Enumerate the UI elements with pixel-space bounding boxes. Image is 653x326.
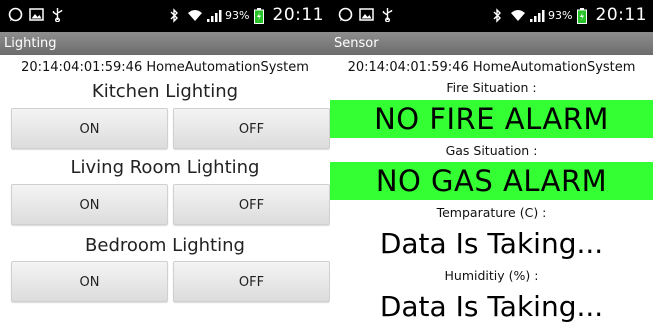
wifi-icon xyxy=(510,8,526,23)
sensor-screen: 93% 20:11 Sensor 20:14:04:01:59:46 HomeA… xyxy=(330,0,653,326)
battery-percent: 93% xyxy=(548,8,573,22)
humidity-value: Data Is Taking... xyxy=(379,290,604,323)
gallery-icon xyxy=(29,7,44,22)
bedroom-on-button[interactable]: ON xyxy=(11,261,168,302)
living-room-off-button[interactable]: OFF xyxy=(173,184,330,225)
fire-status: NO FIRE ALARM xyxy=(330,100,653,138)
signal-icon xyxy=(529,8,545,23)
clock: 20:11 xyxy=(272,5,324,25)
screen-title: Lighting xyxy=(0,32,330,55)
temperature-value: Data Is Taking... xyxy=(379,227,604,260)
status-bar: 93% 20:11 xyxy=(330,0,653,32)
usb-icon xyxy=(380,7,395,23)
lighting-screen: 93% 20:11 Lighting 20:14:04:01:59:46 Hom… xyxy=(0,0,330,326)
battery-icon xyxy=(576,7,592,24)
fire-situation-label: Fire Situation : xyxy=(446,80,537,95)
screen-title: Sensor xyxy=(330,32,653,55)
bedroom-lighting-label: Bedroom Lighting xyxy=(85,235,245,256)
living-room-on-button[interactable]: ON xyxy=(11,184,168,225)
clock: 20:11 xyxy=(595,5,647,25)
whatsapp-icon xyxy=(8,7,23,22)
gas-situation-label: Gas Situation : xyxy=(445,143,538,158)
signal-icon xyxy=(206,8,222,23)
bluetooth-icon xyxy=(168,7,183,23)
temperature-label: Temparature (C) : xyxy=(436,205,547,220)
battery-icon xyxy=(253,7,269,24)
bluetooth-icon xyxy=(491,7,506,23)
kitchen-on-button[interactable]: ON xyxy=(11,108,168,149)
usb-icon xyxy=(50,7,65,23)
device-name: 20:14:04:01:59:46 HomeAutomationSystem xyxy=(21,60,309,75)
gas-status: NO GAS ALARM xyxy=(330,162,653,200)
battery-percent: 93% xyxy=(225,8,250,22)
whatsapp-icon xyxy=(338,7,353,22)
kitchen-lighting-label: Kitchen Lighting xyxy=(91,81,239,102)
status-bar: 93% 20:11 xyxy=(0,0,330,32)
kitchen-off-button[interactable]: OFF xyxy=(173,108,330,149)
device-name: 20:14:04:01:59:46 HomeAutomationSystem xyxy=(347,60,636,75)
humidity-label: Humiditiy (%) : xyxy=(444,268,539,283)
bedroom-off-button[interactable]: OFF xyxy=(173,261,330,302)
gallery-icon xyxy=(359,7,374,22)
living-room-lighting-label: Living Room Lighting xyxy=(70,157,260,178)
wifi-icon xyxy=(187,8,203,23)
